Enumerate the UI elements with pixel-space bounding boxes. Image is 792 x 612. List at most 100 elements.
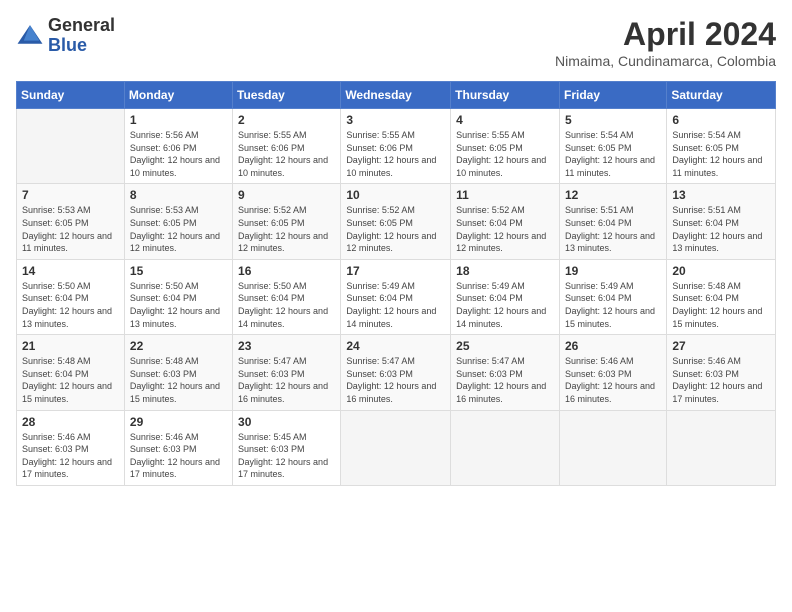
day-number: 27: [672, 339, 770, 353]
calendar-cell: 19 Sunrise: 5:49 AM Sunset: 6:04 PM Dayl…: [559, 259, 666, 334]
sunrise: Sunrise: 5:49 AM: [456, 281, 525, 291]
sunrise: Sunrise: 5:48 AM: [130, 356, 199, 366]
weekday-header-row: SundayMondayTuesdayWednesdayThursdayFrid…: [17, 82, 776, 109]
calendar-cell: [341, 410, 451, 485]
sunset: Sunset: 6:05 PM: [130, 218, 197, 228]
daylight: Daylight: 12 hours and 13 minutes.: [565, 231, 655, 254]
sunrise: Sunrise: 5:48 AM: [22, 356, 91, 366]
calendar-cell: 18 Sunrise: 5:49 AM Sunset: 6:04 PM Dayl…: [451, 259, 560, 334]
sunrise: Sunrise: 5:51 AM: [565, 205, 634, 215]
day-info: Sunrise: 5:51 AM Sunset: 6:04 PM Dayligh…: [672, 204, 770, 254]
day-info: Sunrise: 5:54 AM Sunset: 6:05 PM Dayligh…: [565, 129, 661, 179]
sunset: Sunset: 6:05 PM: [672, 143, 739, 153]
logo-general: General: [48, 15, 115, 35]
calendar-cell: 23 Sunrise: 5:47 AM Sunset: 6:03 PM Dayl…: [233, 335, 341, 410]
sunset: Sunset: 6:03 PM: [672, 369, 739, 379]
day-number: 4: [456, 113, 554, 127]
sunrise: Sunrise: 5:55 AM: [238, 130, 307, 140]
day-info: Sunrise: 5:49 AM Sunset: 6:04 PM Dayligh…: [346, 280, 445, 330]
sunset: Sunset: 6:03 PM: [130, 369, 197, 379]
day-info: Sunrise: 5:51 AM Sunset: 6:04 PM Dayligh…: [565, 204, 661, 254]
title-area: April 2024 Nimaima, Cundinamarca, Colomb…: [555, 16, 776, 69]
sunset: Sunset: 6:04 PM: [672, 218, 739, 228]
day-info: Sunrise: 5:49 AM Sunset: 6:04 PM Dayligh…: [565, 280, 661, 330]
calendar-week-2: 7 Sunrise: 5:53 AM Sunset: 6:05 PM Dayli…: [17, 184, 776, 259]
weekday-header-friday: Friday: [559, 82, 666, 109]
sunset: Sunset: 6:05 PM: [565, 143, 632, 153]
calendar-cell: 3 Sunrise: 5:55 AM Sunset: 6:06 PM Dayli…: [341, 109, 451, 184]
day-number: 5: [565, 113, 661, 127]
calendar-cell: 14 Sunrise: 5:50 AM Sunset: 6:04 PM Dayl…: [17, 259, 125, 334]
sunrise: Sunrise: 5:50 AM: [130, 281, 199, 291]
daylight: Daylight: 12 hours and 11 minutes.: [22, 231, 112, 254]
weekday-header-saturday: Saturday: [667, 82, 776, 109]
day-number: 16: [238, 264, 335, 278]
sunrise: Sunrise: 5:46 AM: [565, 356, 634, 366]
day-info: Sunrise: 5:47 AM Sunset: 6:03 PM Dayligh…: [456, 355, 554, 405]
daylight: Daylight: 12 hours and 13 minutes.: [672, 231, 762, 254]
daylight: Daylight: 12 hours and 12 minutes.: [238, 231, 328, 254]
daylight: Daylight: 12 hours and 13 minutes.: [130, 306, 220, 329]
daylight: Daylight: 12 hours and 17 minutes.: [672, 381, 762, 404]
sunset: Sunset: 6:03 PM: [346, 369, 413, 379]
sunrise: Sunrise: 5:47 AM: [238, 356, 307, 366]
day-number: 10: [346, 188, 445, 202]
sunrise: Sunrise: 5:46 AM: [130, 432, 199, 442]
daylight: Daylight: 12 hours and 10 minutes.: [346, 155, 436, 178]
calendar-cell: 2 Sunrise: 5:55 AM Sunset: 6:06 PM Dayli…: [233, 109, 341, 184]
daylight: Daylight: 12 hours and 16 minutes.: [456, 381, 546, 404]
daylight: Daylight: 12 hours and 15 minutes.: [22, 381, 112, 404]
day-info: Sunrise: 5:46 AM Sunset: 6:03 PM Dayligh…: [22, 431, 119, 481]
daylight: Daylight: 12 hours and 10 minutes.: [238, 155, 328, 178]
day-number: 2: [238, 113, 335, 127]
calendar-week-5: 28 Sunrise: 5:46 AM Sunset: 6:03 PM Dayl…: [17, 410, 776, 485]
day-number: 26: [565, 339, 661, 353]
day-number: 29: [130, 415, 227, 429]
calendar-cell: 7 Sunrise: 5:53 AM Sunset: 6:05 PM Dayli…: [17, 184, 125, 259]
day-number: 20: [672, 264, 770, 278]
day-info: Sunrise: 5:45 AM Sunset: 6:03 PM Dayligh…: [238, 431, 335, 481]
weekday-header-monday: Monday: [124, 82, 232, 109]
weekday-header-thursday: Thursday: [451, 82, 560, 109]
day-info: Sunrise: 5:52 AM Sunset: 6:05 PM Dayligh…: [238, 204, 335, 254]
calendar-cell: 1 Sunrise: 5:56 AM Sunset: 6:06 PM Dayli…: [124, 109, 232, 184]
weekday-header-tuesday: Tuesday: [233, 82, 341, 109]
calendar-cell: 11 Sunrise: 5:52 AM Sunset: 6:04 PM Dayl…: [451, 184, 560, 259]
day-info: Sunrise: 5:55 AM Sunset: 6:06 PM Dayligh…: [346, 129, 445, 179]
sunrise: Sunrise: 5:50 AM: [238, 281, 307, 291]
page-header: General Blue April 2024 Nimaima, Cundina…: [16, 16, 776, 69]
day-info: Sunrise: 5:46 AM Sunset: 6:03 PM Dayligh…: [565, 355, 661, 405]
day-number: 17: [346, 264, 445, 278]
day-info: Sunrise: 5:55 AM Sunset: 6:05 PM Dayligh…: [456, 129, 554, 179]
sunrise: Sunrise: 5:48 AM: [672, 281, 741, 291]
day-number: 23: [238, 339, 335, 353]
calendar-cell: 29 Sunrise: 5:46 AM Sunset: 6:03 PM Dayl…: [124, 410, 232, 485]
day-info: Sunrise: 5:46 AM Sunset: 6:03 PM Dayligh…: [672, 355, 770, 405]
sunset: Sunset: 6:04 PM: [565, 293, 632, 303]
weekday-header-sunday: Sunday: [17, 82, 125, 109]
daylight: Daylight: 12 hours and 17 minutes.: [130, 457, 220, 480]
sunrise: Sunrise: 5:52 AM: [346, 205, 415, 215]
day-number: 14: [22, 264, 119, 278]
daylight: Daylight: 12 hours and 16 minutes.: [346, 381, 436, 404]
sunset: Sunset: 6:06 PM: [130, 143, 197, 153]
calendar-cell: [17, 109, 125, 184]
daylight: Daylight: 12 hours and 12 minutes.: [346, 231, 436, 254]
calendar-cell: 26 Sunrise: 5:46 AM Sunset: 6:03 PM Dayl…: [559, 335, 666, 410]
day-info: Sunrise: 5:56 AM Sunset: 6:06 PM Dayligh…: [130, 129, 227, 179]
sunset: Sunset: 6:06 PM: [238, 143, 305, 153]
day-info: Sunrise: 5:48 AM Sunset: 6:04 PM Dayligh…: [672, 280, 770, 330]
day-info: Sunrise: 5:48 AM Sunset: 6:03 PM Dayligh…: [130, 355, 227, 405]
day-info: Sunrise: 5:52 AM Sunset: 6:05 PM Dayligh…: [346, 204, 445, 254]
sunrise: Sunrise: 5:51 AM: [672, 205, 741, 215]
daylight: Daylight: 12 hours and 15 minutes.: [672, 306, 762, 329]
sunrise: Sunrise: 5:47 AM: [456, 356, 525, 366]
sunset: Sunset: 6:03 PM: [130, 444, 197, 454]
sunset: Sunset: 6:04 PM: [22, 293, 89, 303]
calendar-cell: 27 Sunrise: 5:46 AM Sunset: 6:03 PM Dayl…: [667, 335, 776, 410]
day-number: 30: [238, 415, 335, 429]
sunrise: Sunrise: 5:50 AM: [22, 281, 91, 291]
daylight: Daylight: 12 hours and 10 minutes.: [456, 155, 546, 178]
day-number: 6: [672, 113, 770, 127]
calendar-cell: 6 Sunrise: 5:54 AM Sunset: 6:05 PM Dayli…: [667, 109, 776, 184]
